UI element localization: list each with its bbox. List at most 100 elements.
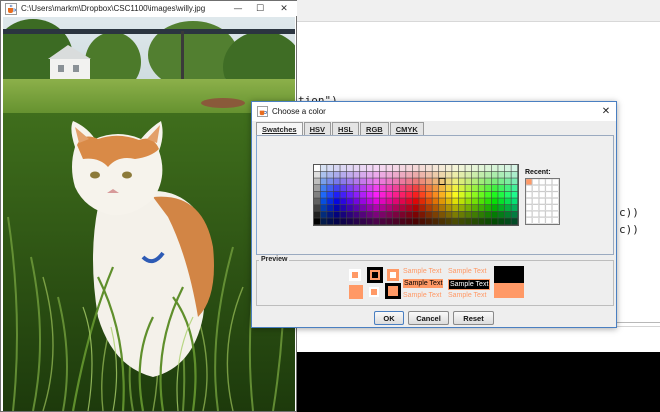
swatch-cell[interactable]	[366, 185, 373, 192]
swatch-cell[interactable]	[406, 191, 413, 198]
swatch-cell[interactable]	[452, 185, 459, 192]
swatch-cell[interactable]	[406, 165, 413, 172]
swatch-cell[interactable]	[353, 178, 360, 185]
swatch-cell[interactable]	[360, 211, 367, 218]
swatch-cell[interactable]	[432, 191, 439, 198]
swatch-cell[interactable]	[485, 185, 492, 192]
swatch-cell[interactable]	[379, 171, 386, 178]
swatch-cell[interactable]	[340, 178, 347, 185]
swatch-cell[interactable]	[353, 198, 360, 205]
swatch-cell[interactable]	[314, 218, 320, 225]
swatch-cell[interactable]	[340, 185, 347, 192]
swatch-cell[interactable]	[432, 185, 439, 192]
swatch-cell[interactable]	[399, 171, 406, 178]
swatch-cell[interactable]	[360, 218, 367, 225]
recent-swatch-cell[interactable]	[525, 185, 533, 192]
swatch-cell[interactable]	[498, 185, 505, 192]
recent-swatch-cell[interactable]	[545, 210, 552, 218]
tab-hsl[interactable]: HSL	[332, 122, 360, 135]
swatch-cell[interactable]	[360, 171, 367, 178]
swatch-cell[interactable]	[419, 185, 426, 192]
swatch-cell[interactable]	[465, 165, 472, 172]
swatch-cell[interactable]	[360, 178, 367, 185]
dialog-close-button[interactable]: ✕	[596, 106, 616, 117]
swatch-cell[interactable]	[392, 171, 399, 178]
swatch-cell[interactable]	[458, 205, 465, 212]
recent-swatch-cell[interactable]	[525, 204, 533, 211]
swatch-cell[interactable]	[373, 165, 380, 172]
swatch-cell[interactable]	[425, 165, 432, 172]
recent-swatch-cells[interactable]	[525, 178, 559, 224]
swatch-cell[interactable]	[346, 191, 353, 198]
swatch-cell[interactable]	[445, 178, 452, 185]
swatch-cell[interactable]	[478, 171, 485, 178]
swatch-cell[interactable]	[432, 171, 439, 178]
swatch-cell[interactable]	[353, 185, 360, 192]
swatch-cell[interactable]	[392, 178, 399, 185]
swatch-cell[interactable]	[511, 185, 518, 192]
swatch-cell[interactable]	[412, 165, 419, 172]
dialog-titlebar[interactable]: Choose a color ✕	[252, 102, 616, 121]
recent-swatch-cell[interactable]	[552, 198, 559, 205]
swatch-cell[interactable]	[386, 165, 393, 172]
swatch-cell[interactable]	[333, 185, 340, 192]
swatch-cell[interactable]	[504, 218, 511, 225]
swatch-cell[interactable]	[320, 218, 327, 225]
swatch-cell[interactable]	[340, 218, 347, 225]
tab-swatches[interactable]: Swatches	[256, 122, 303, 136]
swatch-cell[interactable]	[445, 185, 452, 192]
swatch-cell[interactable]	[439, 178, 446, 185]
swatch-cell[interactable]	[373, 171, 380, 178]
swatch-cell[interactable]	[419, 205, 426, 212]
swatch-cell[interactable]	[452, 218, 459, 225]
swatch-cell[interactable]	[366, 171, 373, 178]
swatch-cell[interactable]	[399, 185, 406, 192]
swatch-cell[interactable]	[392, 165, 399, 172]
recent-swatch-cell[interactable]	[525, 191, 533, 198]
swatch-cell[interactable]	[386, 205, 393, 212]
swatch-cell[interactable]	[445, 165, 452, 172]
swatch-cell[interactable]	[478, 198, 485, 205]
swatch-cell[interactable]	[425, 218, 432, 225]
swatch-cell[interactable]	[478, 191, 485, 198]
swatch-cell[interactable]	[439, 185, 446, 192]
swatch-cell[interactable]	[379, 178, 386, 185]
ok-button[interactable]: OK	[374, 311, 404, 325]
swatch-cell[interactable]	[491, 205, 498, 212]
swatch-cell[interactable]	[504, 165, 511, 172]
recent-swatch-cell[interactable]	[525, 178, 533, 185]
recent-swatch-cell[interactable]	[545, 204, 552, 211]
swatch-cell[interactable]	[412, 218, 419, 225]
swatch-cell[interactable]	[485, 171, 492, 178]
swatch-cell[interactable]	[327, 178, 334, 185]
swatch-cell[interactable]	[373, 185, 380, 192]
swatch-cell[interactable]	[511, 218, 518, 225]
swatch-cell[interactable]	[314, 178, 320, 185]
recent-swatch-cell[interactable]	[538, 198, 546, 205]
swatch-cell[interactable]	[419, 178, 426, 185]
swatch-cell[interactable]	[498, 191, 505, 198]
recent-swatch-cell[interactable]	[552, 185, 559, 192]
swatch-cell[interactable]	[471, 205, 478, 212]
swatch-cell[interactable]	[406, 211, 413, 218]
swatch-cell[interactable]	[392, 191, 399, 198]
recent-swatches[interactable]	[525, 178, 560, 225]
swatch-cell[interactable]	[353, 211, 360, 218]
swatch-cell[interactable]	[346, 165, 353, 172]
swatch-cell[interactable]	[491, 198, 498, 205]
swatch-cell[interactable]	[406, 171, 413, 178]
swatch-cell[interactable]	[465, 198, 472, 205]
recent-swatch-cell[interactable]	[545, 198, 552, 205]
swatch-cell[interactable]	[412, 191, 419, 198]
swatch-cell[interactable]	[320, 191, 327, 198]
swatch-cell[interactable]	[360, 165, 367, 172]
swatch-cell[interactable]	[465, 211, 472, 218]
swatch-cell[interactable]	[373, 191, 380, 198]
swatch-cell[interactable]	[471, 185, 478, 192]
swatch-cell[interactable]	[346, 171, 353, 178]
swatch-cell[interactable]	[511, 198, 518, 205]
swatch-cell[interactable]	[491, 185, 498, 192]
swatch-cell[interactable]	[327, 171, 334, 178]
swatch-cell[interactable]	[419, 218, 426, 225]
swatch-cell[interactable]	[439, 171, 446, 178]
